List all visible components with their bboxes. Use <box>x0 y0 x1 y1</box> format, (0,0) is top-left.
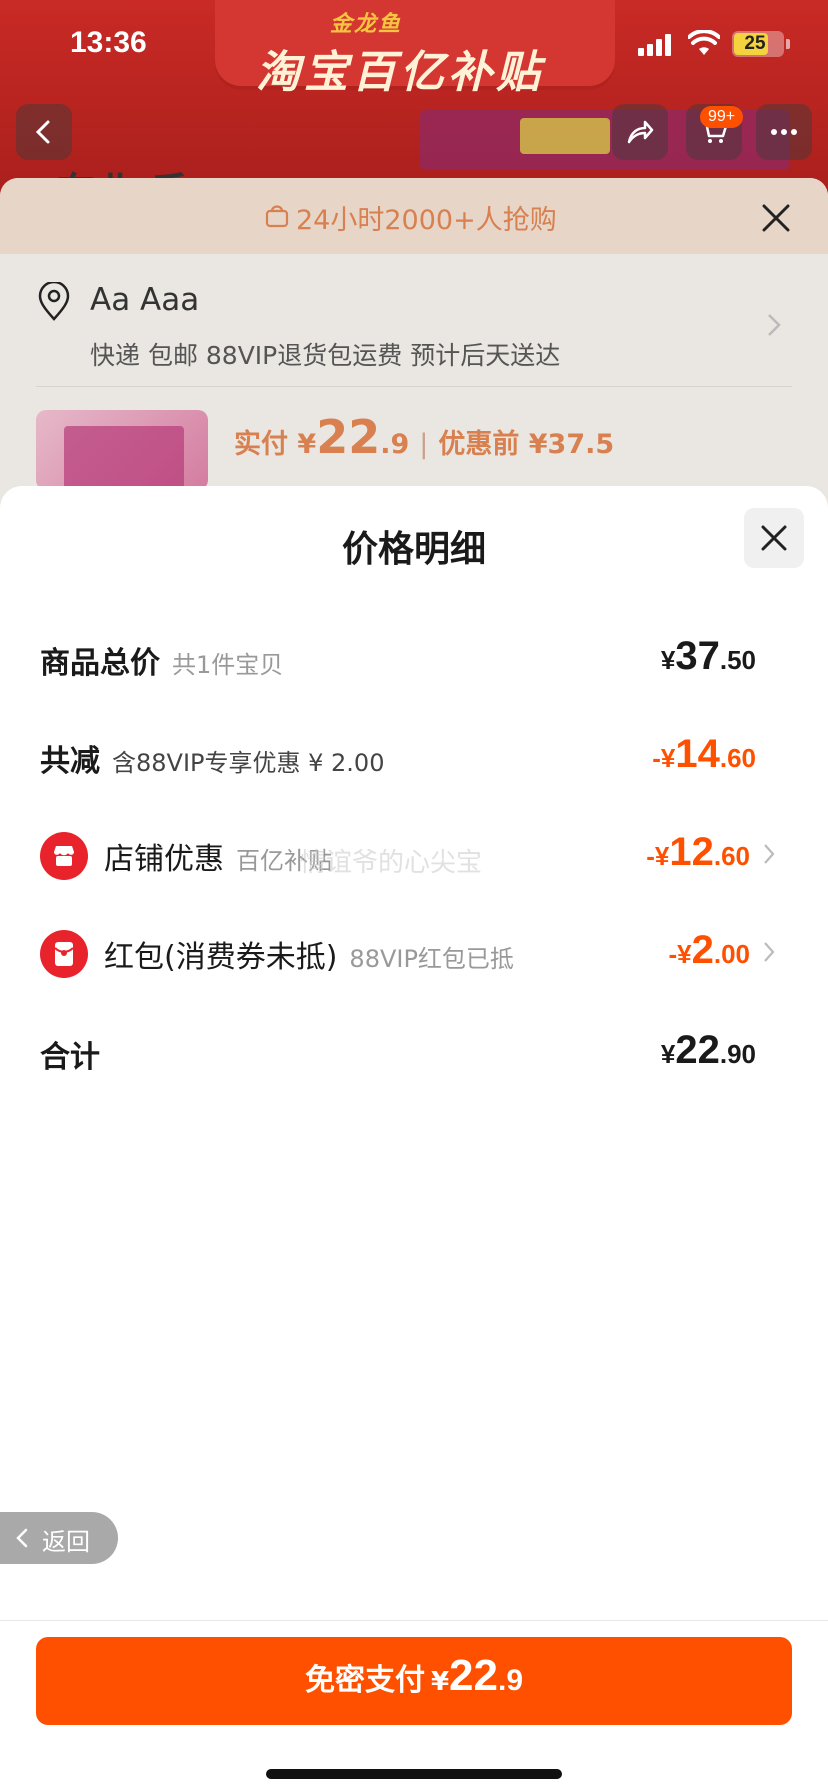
battery-level: 25 <box>744 33 766 54</box>
pay-button-currency: ¥ <box>430 1667 450 1697</box>
more-button[interactable] <box>756 104 812 160</box>
amount-int: 2 <box>691 928 714 972</box>
amount-dec: .50 <box>719 645 756 675</box>
amount-dec: .60 <box>713 841 750 871</box>
battery-icon: 25 <box>732 31 784 57</box>
pay-button-dec: .9 <box>498 1664 524 1697</box>
row-amount: -¥14.60 <box>652 732 756 777</box>
pay-dec: .9 <box>380 429 410 460</box>
back-arrow-icon <box>16 1528 28 1548</box>
amount-int: 37 <box>675 634 720 678</box>
pay-button-int: 22 <box>449 1651 498 1700</box>
status-bar: 13:36 25 <box>0 0 828 90</box>
pay-summary: 实付 ¥22.9 | 优惠前 ¥37.5 <box>234 410 614 464</box>
row-amount: -¥12.60 <box>646 830 750 875</box>
watermark: 情谊爷的心尖宝 <box>300 848 483 878</box>
row-red-packet[interactable]: 红包(消费券未抵) 88VIP红包已抵 -¥2.00 <box>0 922 828 982</box>
chevron-right-icon <box>764 942 775 962</box>
row-label: 商品总价 <box>40 646 160 681</box>
amount-dec: .90 <box>719 1039 756 1069</box>
row-label: 红包(消费券未抵) <box>104 940 338 975</box>
amount-dec: .00 <box>713 939 750 969</box>
amount-int: 14 <box>675 732 720 776</box>
delivery-detail: 快递 包邮 88VIP退货包运费 预计后天送达 <box>90 341 561 370</box>
price-detail-sheet: 价格明细 商品总价 共1件宝贝 ¥37.50 共减 含88VIP专享优惠 ¥ 2.0… <box>0 486 828 1792</box>
row-sub: 共1件宝贝 <box>172 651 284 679</box>
row-label: 共减 <box>40 744 100 779</box>
battery-tip <box>786 39 790 49</box>
row-item-total: 商品总价 共1件宝贝 ¥37.50 <box>0 628 828 688</box>
red-packet-icon <box>40 930 88 978</box>
amount-currency: -¥ <box>652 743 676 773</box>
location-pin-icon <box>38 282 70 321</box>
amount-int: 22 <box>675 1028 720 1072</box>
address-name[interactable]: Aa Aaa <box>90 282 199 318</box>
row-amount: -¥2.00 <box>668 928 750 973</box>
pay-button[interactable]: 免密支付 ¥22.9 <box>36 1637 792 1725</box>
pay-label: 实付 ¥ <box>234 429 317 460</box>
share-icon <box>627 120 654 144</box>
chevron-right-icon <box>764 844 775 864</box>
row-sub: 含88VIP专享优惠 ¥ 2.00 <box>112 749 385 777</box>
pay-separator: | <box>419 429 429 460</box>
row-label: 合计 <box>40 1040 100 1075</box>
row-label: 店铺优惠 <box>104 842 224 877</box>
amount-currency: -¥ <box>668 939 692 969</box>
banner-strip-tag <box>520 118 610 154</box>
back-button[interactable] <box>16 104 72 160</box>
cart-badge: 99+ <box>700 106 744 128</box>
amount-currency: ¥ <box>660 1039 676 1069</box>
wifi-icon <box>688 30 720 55</box>
pay-int: 22 <box>316 410 381 464</box>
more-icon <box>771 129 797 135</box>
row-amount: ¥37.50 <box>661 634 756 679</box>
sheet-title: 价格明细 <box>341 529 486 570</box>
order-hot-banner: 24小时2000+人抢购 <box>0 178 828 254</box>
row-sub: 88VIP红包已抵 <box>349 945 514 973</box>
back-pill-label: 返回 <box>42 1528 90 1556</box>
back-arrow-icon <box>35 120 50 144</box>
pay-before: 优惠前 ¥37.5 <box>438 429 615 460</box>
pay-button-label: 免密支付 <box>304 1663 425 1698</box>
row-grand-total: 合计 ¥22.90 <box>0 1022 828 1082</box>
home-indicator <box>266 1769 562 1779</box>
shop-icon <box>40 832 88 880</box>
back-pill-button[interactable]: 返回 <box>0 1512 118 1564</box>
close-button[interactable] <box>744 508 804 568</box>
amount-dec: .60 <box>719 743 756 773</box>
signal-icon <box>638 34 672 56</box>
amount-currency: ¥ <box>660 645 676 675</box>
close-icon <box>761 525 787 551</box>
share-button[interactable] <box>612 104 668 160</box>
bottom-bar: 免密支付 ¥22.9 <box>0 1620 828 1792</box>
status-time: 13:36 <box>70 26 147 59</box>
row-amount: ¥22.90 <box>661 1028 756 1073</box>
amount-int: 12 <box>669 830 714 874</box>
chevron-right-icon[interactable] <box>766 312 782 338</box>
product-thumbnail <box>36 410 208 490</box>
amount-currency: -¥ <box>646 841 670 871</box>
close-icon[interactable] <box>760 202 792 234</box>
order-banner-text: 24小时2000+人抢购 <box>296 205 557 236</box>
row-total-discount: 共减 含88VIP专享优惠 ¥ 2.00 -¥14.60 <box>0 726 828 786</box>
divider <box>36 386 792 387</box>
